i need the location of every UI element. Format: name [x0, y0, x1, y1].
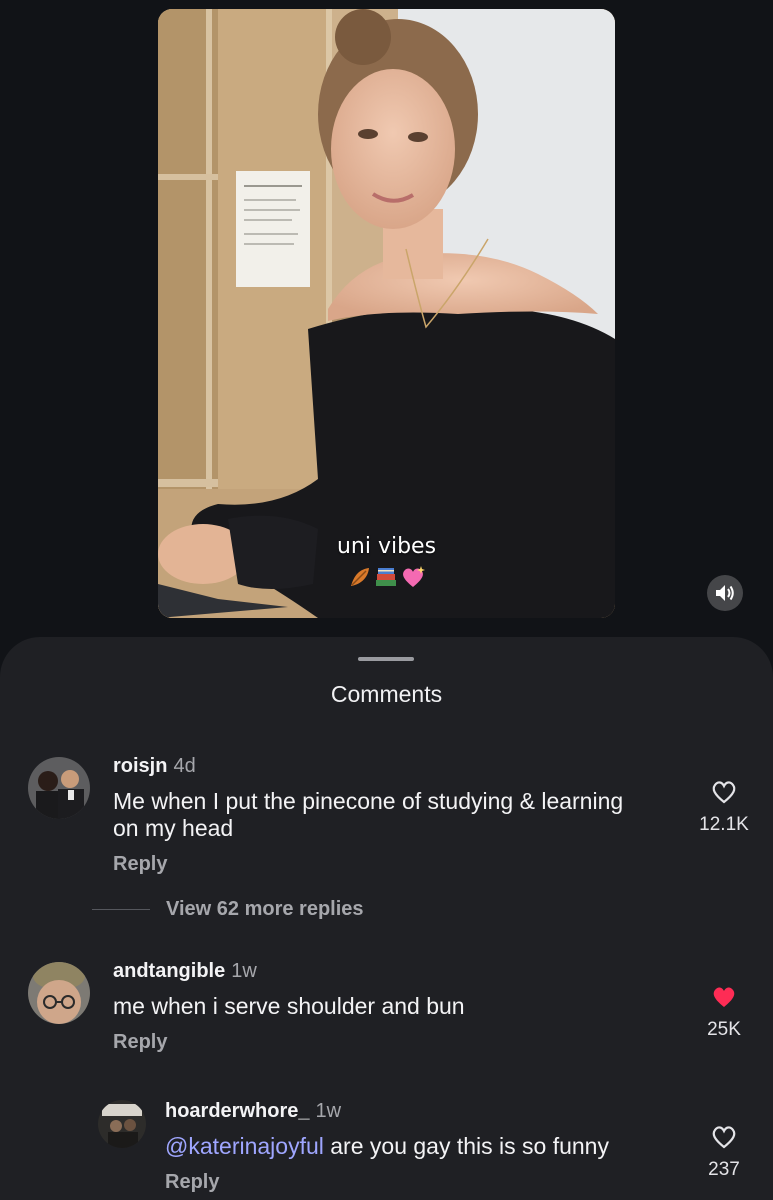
comments-sheet: Comments roisjn 4d Me when I put the pine…	[0, 637, 773, 1200]
comment-time: 1w	[231, 960, 257, 982]
page: uni vibes Comments roisjn 4d Me when I p…	[0, 0, 773, 1200]
video-caption: uni vibes	[336, 534, 437, 559]
like-count: 12.1K	[699, 814, 749, 835]
sheet-grab-handle[interactable]	[358, 657, 414, 661]
comment-text: @katerinajoyful are you gay this is so f…	[165, 1133, 665, 1160]
comment-username[interactable]: hoarderwhore_ 1w	[165, 1100, 341, 1123]
comment-text: me when i serve shoulder and bun	[113, 993, 465, 1019]
avatar[interactable]	[28, 962, 90, 1024]
view-more-replies-button[interactable]: View 62 more replies	[92, 898, 364, 921]
comment-text: Me when I put the pinecone of studying &…	[113, 788, 624, 841]
like-count: 25K	[707, 1019, 741, 1040]
heart-outline-icon	[712, 1126, 736, 1149]
sound-toggle-button[interactable]	[707, 575, 743, 611]
comment-username[interactable]: roisjn 4d	[113, 755, 196, 778]
video-frame-image	[158, 9, 615, 618]
avatar[interactable]	[98, 1100, 146, 1148]
heart-outline-icon	[712, 781, 736, 804]
heart-filled-icon	[713, 987, 735, 1007]
video-player[interactable]: uni vibes	[158, 9, 615, 618]
comments-title: Comments	[330, 681, 443, 707]
avatar-image	[28, 757, 90, 819]
reply-button[interactable]: Reply	[113, 1031, 167, 1054]
comment-body: are you gay this is so funny	[323, 1133, 609, 1159]
like-button[interactable]: 25K	[684, 984, 764, 1041]
speaker-icon	[716, 585, 734, 601]
comment-time: 1w	[315, 1100, 342, 1122]
reply-button[interactable]: Reply	[113, 853, 167, 876]
avatar-image	[28, 962, 90, 1024]
username-text[interactable]: andtangible	[113, 960, 225, 982]
like-button[interactable]: 12.1K	[684, 779, 764, 836]
sparkling-heart-icon	[402, 566, 425, 587]
like-button[interactable]: 237	[684, 1124, 764, 1181]
video-area: uni vibes	[0, 0, 773, 640]
like-count: 237	[708, 1159, 740, 1180]
leaf-emoji-icon	[350, 568, 369, 586]
username-text[interactable]: hoarderwhore_	[165, 1100, 309, 1122]
comment-time: 4d	[173, 755, 196, 777]
replies-divider	[92, 909, 150, 910]
mention-link[interactable]: @katerinajoyful	[165, 1133, 324, 1159]
caption-emojis	[158, 565, 615, 589]
view-more-replies-label[interactable]: View 62 more replies	[166, 898, 364, 921]
comment-username[interactable]: andtangible 1w	[113, 960, 257, 983]
avatar[interactable]	[28, 757, 90, 819]
username-text[interactable]: roisjn	[113, 755, 167, 777]
books-emoji-icon	[375, 568, 396, 586]
reply-button[interactable]: Reply	[165, 1171, 219, 1194]
avatar-image	[98, 1100, 146, 1148]
